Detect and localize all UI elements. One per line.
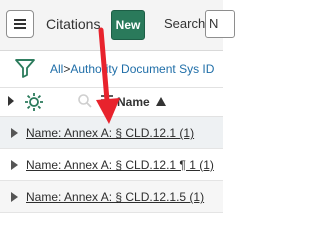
filter-icon[interactable] [14, 57, 36, 79]
table-row[interactable]: Name: Annex A: § CLD.12.1 ¶ 1 (1) [0, 149, 223, 181]
breadcrumb: All>Authority Document Sys ID [0, 51, 223, 88]
sort-up-icon[interactable] [156, 97, 166, 106]
row-expand-icon[interactable] [11, 160, 18, 170]
table-row[interactable]: Name: Annex A: § CLD.12.1 (1) [0, 117, 223, 149]
row-link[interactable]: Name: Annex A: § CLD.12.1 (1) [26, 126, 194, 140]
search-label: Search [164, 16, 206, 31]
row-link[interactable]: Name: Annex A: § CLD.12.1.5 (1) [26, 190, 204, 204]
breadcrumb-all[interactable]: All [50, 62, 63, 76]
sort-icon[interactable] [100, 94, 114, 108]
gear-icon[interactable] [23, 91, 45, 113]
new-button[interactable]: New [111, 10, 145, 40]
row-expand-icon[interactable] [11, 192, 18, 202]
header-bar: Citations New Search N [0, 0, 235, 51]
row-expand-icon[interactable] [11, 128, 18, 138]
row-link[interactable]: Name: Annex A: § CLD.12.1 ¶ 1 (1) [26, 158, 214, 172]
hamburger-menu-icon[interactable] [6, 10, 34, 38]
page-title: Citations [46, 16, 101, 32]
list-header: Name [0, 88, 223, 117]
breadcrumb-current[interactable]: Authority Document Sys ID [70, 62, 214, 76]
table-row[interactable]: Name: Annex A: § CLD.12.1.5 (1) [0, 181, 223, 213]
search-input[interactable]: N [205, 10, 235, 38]
column-header-name[interactable]: Name [117, 95, 150, 109]
expand-triangle-icon[interactable] [7, 95, 15, 107]
search-icon[interactable] [77, 93, 93, 109]
